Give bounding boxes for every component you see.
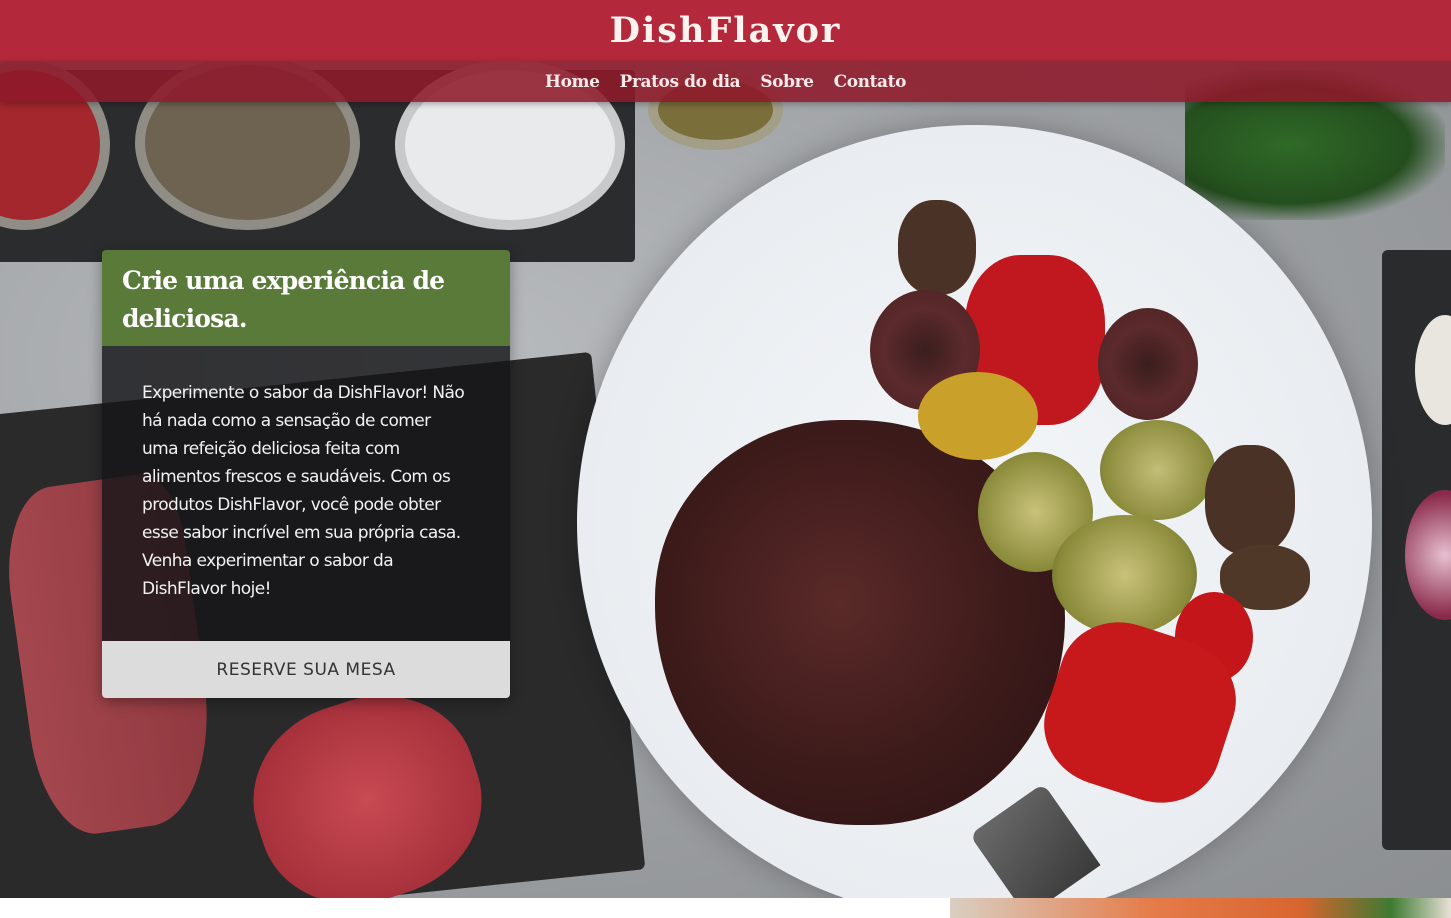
grilled-onion xyxy=(1098,308,1198,420)
hero-card-header: Crie uma experiência de deliciosa. xyxy=(102,250,510,346)
grilled-zucchini xyxy=(1052,515,1197,635)
site-header: DishFlavor xyxy=(0,0,1451,61)
nav-home[interactable]: Home xyxy=(545,72,600,92)
brand-logo[interactable]: DishFlavor xyxy=(610,10,842,51)
next-section-image xyxy=(950,898,1451,918)
grilled-eggplant xyxy=(898,200,976,295)
hero-card-title: Crie uma experiência de deliciosa. xyxy=(122,266,445,333)
reserve-table-button[interactable]: RESERVE SUA MESA xyxy=(102,641,510,698)
grilled-eggplant xyxy=(1205,445,1295,555)
grilled-tomato xyxy=(918,372,1038,460)
hero-card-text: Experimente o sabor da DishFlavor! Não h… xyxy=(142,383,465,599)
hero-card: Crie uma experiência de deliciosa. Exper… xyxy=(102,250,510,698)
hero-card-body: Experimente o sabor da DishFlavor! Não h… xyxy=(102,346,510,641)
nav-sobre[interactable]: Sobre xyxy=(760,72,814,92)
nav-contato[interactable]: Contato xyxy=(834,72,907,92)
grilled-zucchini xyxy=(1100,420,1215,520)
main-nav: Home Pratos do dia Sobre Contato xyxy=(0,61,1451,102)
nav-pratos-do-dia[interactable]: Pratos do dia xyxy=(620,72,741,92)
